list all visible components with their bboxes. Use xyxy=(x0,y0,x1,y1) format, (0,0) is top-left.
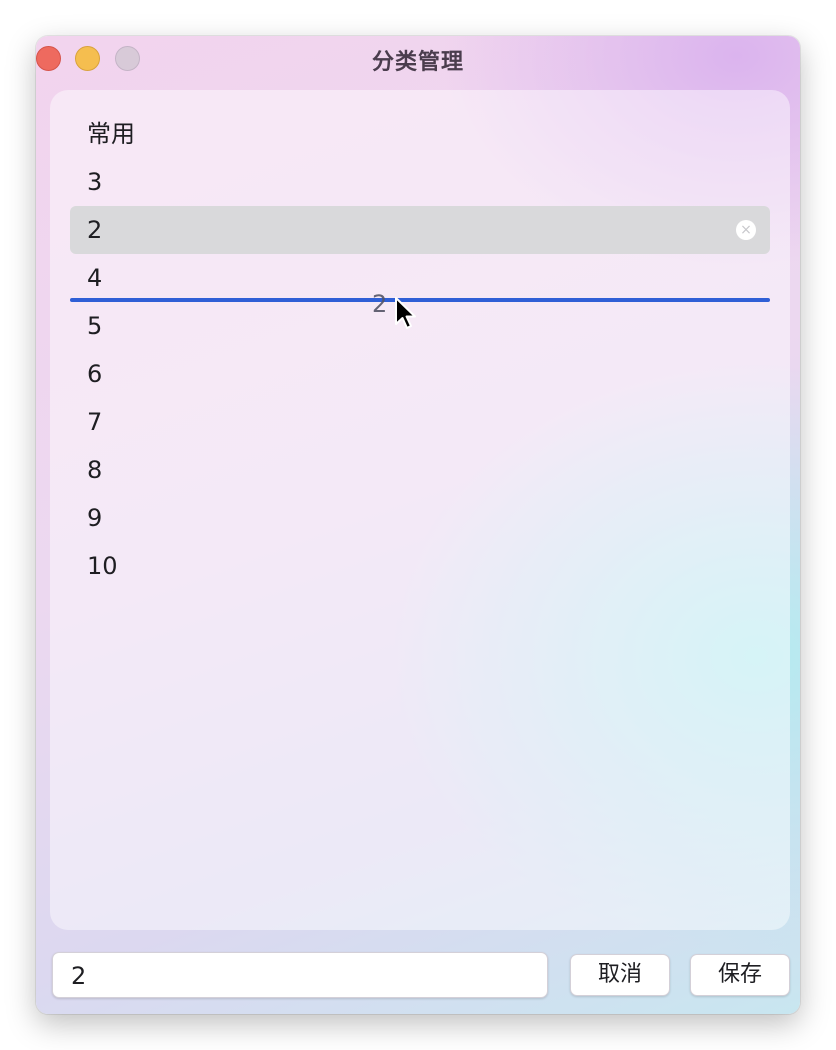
category-item-6[interactable]: 6 xyxy=(70,350,770,398)
clear-icon[interactable]: × xyxy=(736,220,756,240)
window-title: 分类管理 xyxy=(371,50,464,75)
category-item-label: 9 xyxy=(87,504,103,532)
category-list: 常用 3 2 × 4 5 6 7 8 9 10 xyxy=(70,110,770,590)
category-item-label: 7 xyxy=(87,408,103,436)
category-item-common[interactable]: 常用 xyxy=(70,110,770,158)
drop-indicator-line xyxy=(70,298,770,302)
category-item-8[interactable]: 8 xyxy=(70,446,770,494)
cancel-button[interactable]: 取消 xyxy=(570,954,670,996)
save-button[interactable]: 保存 xyxy=(690,954,790,996)
category-item-4[interactable]: 4 xyxy=(70,254,770,302)
category-list-panel: 常用 3 2 × 4 5 6 7 8 9 10 2 xyxy=(50,90,790,930)
category-item-2-selected[interactable]: 2 × xyxy=(70,206,770,254)
category-item-3[interactable]: 3 xyxy=(70,158,770,206)
category-item-label: 2 xyxy=(87,216,103,244)
category-item-5[interactable]: 5 xyxy=(70,302,770,350)
drag-ghost-label: 2 xyxy=(372,290,388,318)
category-item-9[interactable]: 9 xyxy=(70,494,770,542)
category-item-label: 8 xyxy=(87,456,103,484)
category-item-label: 6 xyxy=(87,360,103,388)
title-bar: 分类管理 xyxy=(36,36,800,80)
category-item-label: 4 xyxy=(87,264,103,292)
category-manager-window: 分类管理 常用 3 2 × 4 5 6 7 8 9 10 2 2 取消 保存 xyxy=(36,36,800,1014)
category-item-label: 3 xyxy=(87,168,103,196)
category-item-label: 10 xyxy=(87,552,118,580)
category-name-input[interactable]: 2 xyxy=(52,952,548,998)
category-item-7[interactable]: 7 xyxy=(70,398,770,446)
category-item-label: 常用 xyxy=(87,120,135,148)
mouse-pointer-icon xyxy=(395,297,416,329)
category-item-10[interactable]: 10 xyxy=(70,542,770,590)
category-item-label: 5 xyxy=(87,312,103,340)
